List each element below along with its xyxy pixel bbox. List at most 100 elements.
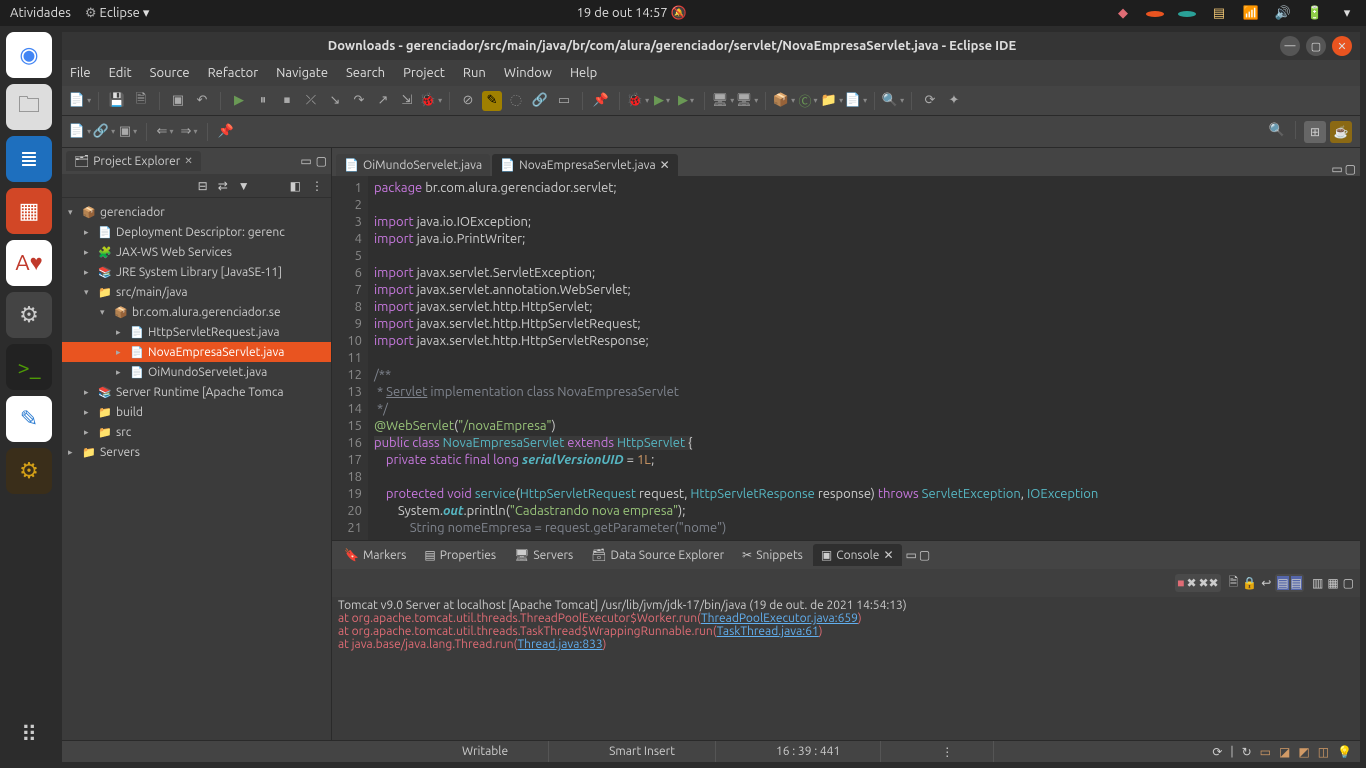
new-file-icon[interactable]: 📄	[846, 91, 866, 111]
maximize-view-icon[interactable]: ▢	[919, 548, 930, 562]
app-menu[interactable]: ⚙ Eclipse ▾	[85, 6, 149, 21]
sync-icon[interactable]: ⟳	[1212, 745, 1222, 759]
menu-edit[interactable]: Edit	[109, 66, 132, 80]
menu-help[interactable]: Help	[570, 66, 597, 80]
tutorials-icon[interactable]: ◫	[1318, 745, 1329, 759]
collapse-all-icon[interactable]: ⊟	[198, 179, 208, 193]
console-output[interactable]: Tomcat v9.0 Server at localhost [Apache …	[332, 597, 1360, 740]
status-menu-icon[interactable]: ⋮	[881, 741, 994, 762]
resume-icon[interactable]: ▶	[229, 91, 249, 111]
app-eclipse[interactable]: ⚙	[6, 448, 52, 494]
word-wrap-icon[interactable]: ↩	[1261, 576, 1271, 590]
close-icon[interactable]: ✕	[660, 158, 670, 172]
open-perspective-icon[interactable]: ⊞	[1304, 121, 1326, 143]
samples-icon[interactable]: ◪	[1279, 745, 1290, 759]
remove-launch-icon[interactable]: ✖	[1186, 576, 1196, 590]
highlight-icon[interactable]: ✎	[482, 91, 502, 111]
maximize-view-icon[interactable]: ▢	[316, 154, 327, 168]
project-explorer-tab[interactable]: 🗂 Project Explorer ✕	[66, 151, 201, 171]
filter-icon[interactable]: ▼	[238, 179, 250, 193]
forward-icon[interactable]: ⇒	[179, 122, 199, 142]
link-icon[interactable]: 🔗	[530, 91, 550, 111]
tree-row[interactable]: ▸📄NovaEmpresaServlet.java	[62, 342, 331, 362]
menu-file[interactable]: File	[70, 66, 91, 80]
servers-tab[interactable]: 🖥Servers	[506, 544, 581, 566]
suspend-icon[interactable]: ⏸	[253, 91, 273, 111]
step-over-icon[interactable]: ↷	[349, 91, 369, 111]
tree-row[interactable]: ▾📦br.com.alura.gerenciador.se	[62, 302, 331, 322]
app-files[interactable]: 🗀	[6, 84, 52, 130]
nav-history-icon[interactable]: ⟳	[920, 91, 940, 111]
back-icon[interactable]: ⇐	[155, 122, 175, 142]
tree-row[interactable]: ▸🧩JAX-WS Web Services	[62, 242, 331, 262]
app-terminal[interactable]: >_	[6, 344, 52, 390]
stop-icon[interactable]: ⏹	[277, 91, 297, 111]
tree-row[interactable]: ▸📁src	[62, 422, 331, 442]
tree-row[interactable]: ▸📚JRE System Library [JavaSE-11]	[62, 262, 331, 282]
view-menu-icon[interactable]: ⋮	[311, 179, 323, 193]
wifi-icon[interactable]: 📶	[1242, 6, 1260, 21]
step-return-icon[interactable]: ↗	[373, 91, 393, 111]
snippets-tab[interactable]: ✂Snippets	[734, 544, 811, 566]
activities-button[interactable]: Atividades	[10, 6, 71, 20]
tray-icon[interactable]	[1146, 6, 1164, 20]
show-in-icon[interactable]: 📄	[70, 122, 90, 142]
skip-breakpoints-icon[interactable]: ⊘	[458, 91, 478, 111]
menu-source[interactable]: Source	[150, 66, 190, 80]
debug-last-icon[interactable]: 🐞	[421, 91, 441, 111]
tree-row[interactable]: ▸📁build	[62, 402, 331, 422]
show-on-err-icon[interactable]: ▤	[1291, 576, 1302, 590]
tree-row[interactable]: ▸📄HttpServletRequest.java	[62, 322, 331, 342]
show-apps-icon[interactable]: ⠿	[6, 712, 52, 758]
terminate-icon[interactable]: ■	[1177, 576, 1184, 590]
menu-window[interactable]: Window	[504, 66, 552, 80]
tree-row[interactable]: ▸📄Deployment Descriptor: gerenc	[62, 222, 331, 242]
menu-refactor[interactable]: Refactor	[208, 66, 259, 80]
app-text-editor[interactable]: ✎	[6, 396, 52, 442]
link-editor-icon[interactable]: 🔗	[94, 122, 114, 142]
new-package-icon[interactable]: 📦	[774, 91, 794, 111]
search-icon[interactable]: 🔍	[883, 91, 903, 111]
tree-row[interactable]: ▸📄OiMundoServelet.java	[62, 362, 331, 382]
pin-icon[interactable]: 📌	[591, 91, 611, 111]
run-server-icon[interactable]: 🖥	[713, 91, 733, 111]
java-ee-perspective-icon[interactable]: ☕	[1330, 121, 1352, 143]
tree-row[interactable]: ▸📁Servers	[62, 442, 331, 462]
new-folder-icon[interactable]: 📁	[822, 91, 842, 111]
save-all-icon[interactable]: 🗎	[131, 91, 151, 111]
code-area[interactable]: package br.com.alura.gerenciador.servlet…	[368, 176, 1360, 540]
save-icon[interactable]: 💾	[107, 91, 127, 111]
power-icon[interactable]: ▾	[1338, 6, 1356, 21]
link-with-editor-icon[interactable]: ⇄	[218, 179, 228, 193]
toggle-bp-icon[interactable]: ◌	[506, 91, 526, 111]
properties-tab[interactable]: ▤Properties	[416, 544, 504, 566]
app-libreoffice-impress[interactable]: ▦	[6, 188, 52, 234]
app-settings[interactable]: ⚙	[6, 292, 52, 338]
undo-icon[interactable]: ↶	[192, 91, 212, 111]
debug-icon[interactable]: 🐞	[628, 91, 648, 111]
tip-icon[interactable]: 💡	[1337, 745, 1352, 759]
minimize-editor-icon[interactable]: ▭	[1331, 162, 1342, 176]
scroll-lock-icon[interactable]: 🔒	[1242, 576, 1257, 590]
tree-row[interactable]: ▾📦gerenciador	[62, 202, 331, 222]
menu-run[interactable]: Run	[463, 66, 486, 80]
close-button[interactable]: ✕	[1332, 36, 1352, 56]
open-console-icon[interactable]: ▦	[1327, 576, 1338, 590]
code-editor[interactable]: 12345678910111213141516171819202122 pack…	[332, 176, 1360, 540]
maximize-editor-icon[interactable]: ▢	[1345, 162, 1356, 176]
menu-navigate[interactable]: Navigate	[276, 66, 328, 80]
remove-all-icon[interactable]: ✖✖	[1199, 576, 1219, 590]
app-solitaire[interactable]: A♥	[6, 240, 52, 286]
build-icon[interactable]: ▭	[554, 91, 574, 111]
focus-icon[interactable]: ◧	[290, 179, 301, 193]
overview-icon[interactable]: ▭	[1260, 745, 1271, 759]
clear-console-icon[interactable]: 🗎	[1229, 573, 1239, 594]
app-chrome[interactable]: ◉	[6, 32, 52, 78]
battery-icon[interactable]: 🔋	[1306, 6, 1324, 21]
pin-console-icon[interactable]: ▢	[1343, 576, 1354, 590]
pin-editor-icon[interactable]: 📌	[216, 122, 236, 142]
close-icon[interactable]: ✕	[184, 155, 192, 167]
minimize-button[interactable]: —	[1280, 36, 1300, 56]
tree-row[interactable]: ▸📚Server Runtime [Apache Tomca	[62, 382, 331, 402]
coverage-icon[interactable]: ▶	[676, 91, 696, 111]
